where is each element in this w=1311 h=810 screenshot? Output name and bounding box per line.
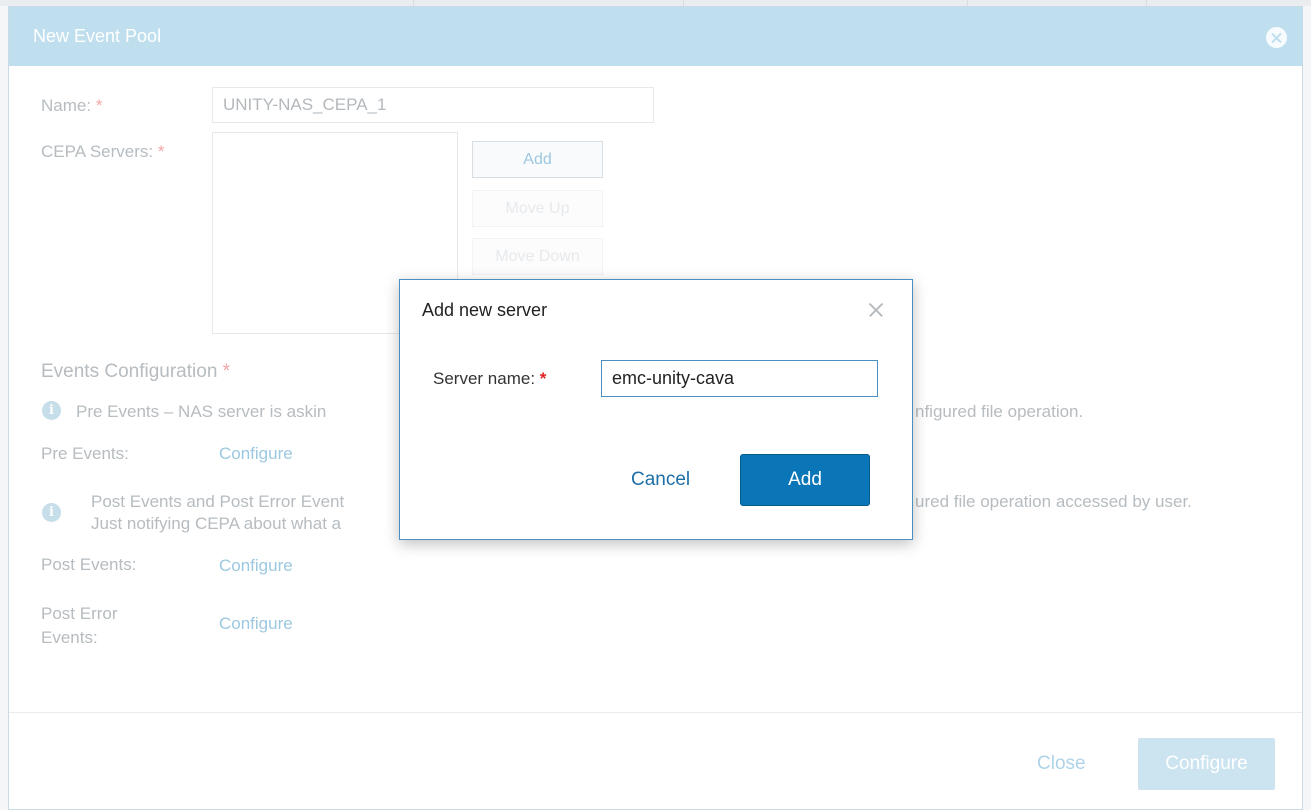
pre-events-info-text-tail: nfigured file operation. [915,402,1084,421]
pre-events-info-text: Pre Events – NAS server is askin [76,402,327,421]
move-down-button[interactable]: Move Down [472,238,603,275]
post-events-label: Post Events: [41,555,137,574]
add-button[interactable]: Add [740,454,870,506]
footer-divider [9,712,1302,713]
close-icon[interactable] [866,300,886,320]
add-server-button[interactable]: Add [472,141,603,178]
move-up-button[interactable]: Move Up [472,190,603,227]
post-events-info-text-line2: Just notifying CEPA about what a [91,514,342,533]
post-error-events-configure-link[interactable]: Configure [219,614,293,634]
dialog-title: New Event Pool [33,26,162,46]
add-new-server-modal: Add new server Server name: * Cancel Add [399,279,913,540]
server-name-input[interactable] [601,360,878,397]
post-events-info-text-tail: ured file operation accessed by user. [915,492,1192,511]
cepa-servers-label: CEPA Servers: * [41,142,165,161]
pre-events-label: Pre Events: [41,444,129,463]
modal-title: Add new server [422,300,548,320]
dialog-header: New Event Pool [9,7,1302,66]
post-error-events-label-line2: Events: [41,628,98,647]
close-icon[interactable] [1266,27,1287,48]
cancel-button[interactable]: Cancel [631,469,690,491]
configure-button[interactable]: Configure [1138,738,1275,790]
post-events-info-text: Post Events and Post Error Event [91,492,345,511]
pre-events-configure-link[interactable]: Configure [219,444,293,464]
events-configuration-title: Events Configuration * [41,361,231,382]
name-input[interactable]: UNITY-NAS_CEPA_1 [212,87,654,123]
server-name-label: Server name: * [433,369,547,388]
info-icon: i [42,401,61,420]
post-error-events-label-line1: Post Error [41,604,118,623]
close-button[interactable]: Close [1037,753,1086,775]
name-label: Name: * [41,96,103,115]
post-events-configure-link[interactable]: Configure [219,556,293,576]
info-icon: i [42,503,61,522]
